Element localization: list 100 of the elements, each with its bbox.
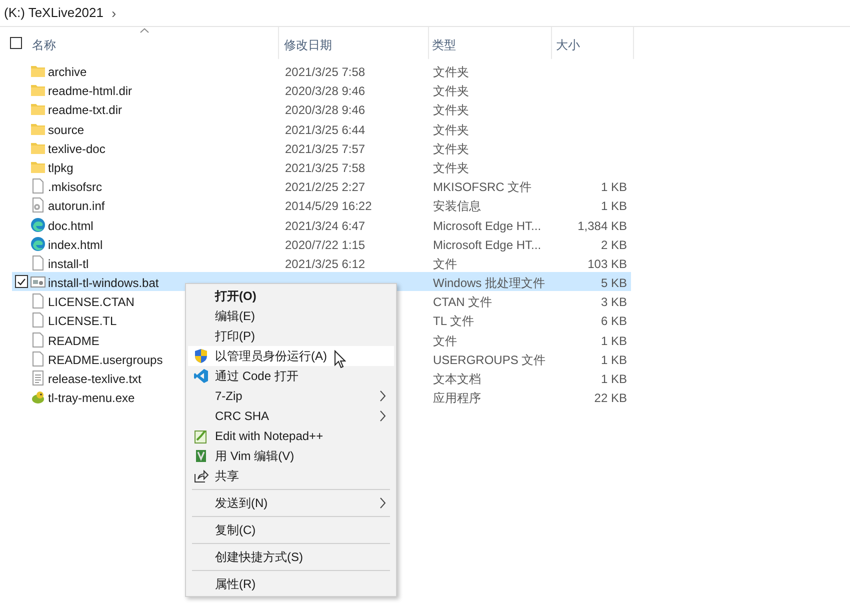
bird-icon	[30, 389, 46, 406]
share-icon	[193, 468, 209, 484]
file-name: index.html	[48, 236, 103, 254]
file-name: doc.html	[48, 218, 94, 234]
breadcrumb-chevron[interactable]: ›	[112, 2, 116, 24]
modified-date: 2020/3/28 9:46	[285, 102, 366, 120]
menu-item[interactable]: 通过 Code 打开	[188, 366, 394, 386]
file-size: 1 KB	[600, 198, 627, 216]
gear-window-icon	[30, 274, 46, 290]
column-header[interactable]: 名称	[32, 36, 272, 54]
modified-date: 2020/7/22 1:15	[285, 236, 366, 254]
file-name: README	[48, 332, 100, 350]
notepad-icon	[193, 428, 209, 444]
code-editor-icon	[193, 368, 209, 384]
modified-date: 2014/5/29 16:22	[285, 198, 372, 216]
file-size: 1 KB	[600, 352, 627, 369]
file-name: release-texlive.txt	[48, 371, 142, 388]
modified-date: 2021/3/24 6:47	[285, 218, 366, 234]
file-name: .mkisofsrc	[48, 179, 102, 196]
modified-date: 2021/3/25 7:57	[285, 140, 366, 158]
menu-item[interactable]: 编辑(E)	[188, 306, 394, 326]
modified-date: 2021/3/25 7:58	[285, 64, 366, 81]
shield-icon	[193, 348, 209, 364]
file-name: LICENSE.TL	[48, 313, 117, 330]
menu-item[interactable]: 打印(P)	[188, 326, 394, 346]
file-type: 文件夹	[433, 83, 469, 100]
vim-icon	[193, 448, 209, 464]
file-type: CTAN 文件	[433, 294, 492, 312]
column-header[interactable]: 修改日期	[284, 36, 424, 54]
row-checkbox[interactable]	[15, 275, 28, 288]
modified-date: 2020/3/28 9:46	[285, 83, 366, 100]
file-type: 文件夹	[433, 140, 469, 158]
file-type: 文件	[433, 256, 457, 273]
file-type: Microsoft Edge HT...	[433, 236, 542, 254]
file-name: texlive-doc	[48, 140, 106, 158]
menu-item[interactable]: 共享	[188, 466, 394, 486]
menu-item[interactable]: 用 Vim 编辑(V)	[188, 446, 394, 466]
menu-item[interactable]: 属性(R)	[188, 574, 394, 594]
file-size: 1,384 KB	[578, 218, 627, 234]
column-header[interactable]: 大小	[556, 36, 628, 54]
gear-document-icon	[30, 197, 46, 214]
menu-item[interactable]: 创建快捷方式(S)	[188, 547, 394, 567]
menu-item[interactable]: 以管理员身份运行(A)	[188, 346, 394, 366]
file-name: install-tl-windows.bat	[48, 275, 159, 292]
menu-item[interactable]: 打开(O)	[188, 286, 394, 306]
modified-date: 2021/3/25 7:58	[285, 160, 366, 177]
menu-item[interactable]: CRC SHA	[188, 406, 394, 426]
file-name: README.usergroups	[48, 352, 163, 369]
file-name: readme-txt.dir	[48, 102, 122, 120]
file-name: tl-tray-menu.exe	[48, 390, 135, 408]
folder-icon	[30, 82, 46, 98]
file-type: TL 文件	[433, 313, 474, 330]
file-size: 3 KB	[600, 294, 627, 312]
file-size: 1 KB	[600, 371, 627, 388]
document-icon	[30, 254, 46, 271]
breadcrumb-path[interactable]: (K:) TeXLive2021	[4, 3, 104, 23]
menu-item[interactable]: 发送到(N)	[188, 493, 394, 513]
file-type: 安装信息	[433, 198, 481, 216]
file-type: 文件夹	[433, 64, 469, 81]
document-icon	[30, 350, 46, 367]
file-size: 5 KB	[600, 275, 627, 292]
browser-icon	[30, 236, 46, 252]
modified-date: 2021/3/25 6:44	[285, 122, 366, 139]
file-type: 文件	[433, 332, 457, 350]
browser-icon	[30, 216, 46, 232]
document-icon	[30, 293, 46, 310]
folder-icon	[30, 63, 46, 79]
file-name: archive	[48, 64, 87, 81]
select-all-checkbox[interactable]	[10, 37, 22, 49]
file-name: tlpkg	[48, 160, 74, 177]
menu-item[interactable]: 复制(C)	[188, 520, 394, 540]
column-header[interactable]: 类型	[432, 36, 547, 54]
file-type: Microsoft Edge HT...	[433, 218, 542, 234]
file-size: 103 KB	[588, 256, 627, 273]
mouse-pointer-icon	[334, 350, 346, 369]
file-name: source	[48, 122, 84, 139]
file-name: install-tl	[48, 256, 89, 273]
file-name: LICENSE.CTAN	[48, 294, 134, 312]
file-size: 1 KB	[600, 332, 627, 350]
file-type: 文件夹	[433, 122, 469, 139]
document-icon	[30, 178, 46, 194]
file-type: 文件夹	[433, 102, 469, 120]
document-icon	[30, 312, 46, 328]
text-file-icon	[30, 370, 46, 386]
file-size: 1 KB	[600, 179, 627, 196]
file-type: MKISOFSRC 文件	[433, 179, 532, 196]
file-size: 2 KB	[600, 236, 627, 254]
folder-icon	[30, 101, 46, 118]
file-type: 文件夹	[433, 160, 469, 177]
file-type: Windows 批处理文件	[433, 275, 546, 292]
file-type: 文本文档	[433, 371, 481, 388]
file-name: autorun.inf	[48, 198, 105, 216]
modified-date: 2021/3/25 6:12	[285, 256, 366, 273]
menu-item[interactable]: 7-Zip	[188, 386, 394, 406]
document-icon	[30, 332, 46, 348]
modified-date: 2021/2/25 2:27	[285, 179, 366, 196]
file-size: 22 KB	[594, 390, 627, 408]
file-type: USERGROUPS 文件	[433, 352, 546, 369]
menu-item[interactable]: Edit with Notepad++	[188, 426, 394, 446]
file-type: 应用程序	[433, 390, 481, 408]
